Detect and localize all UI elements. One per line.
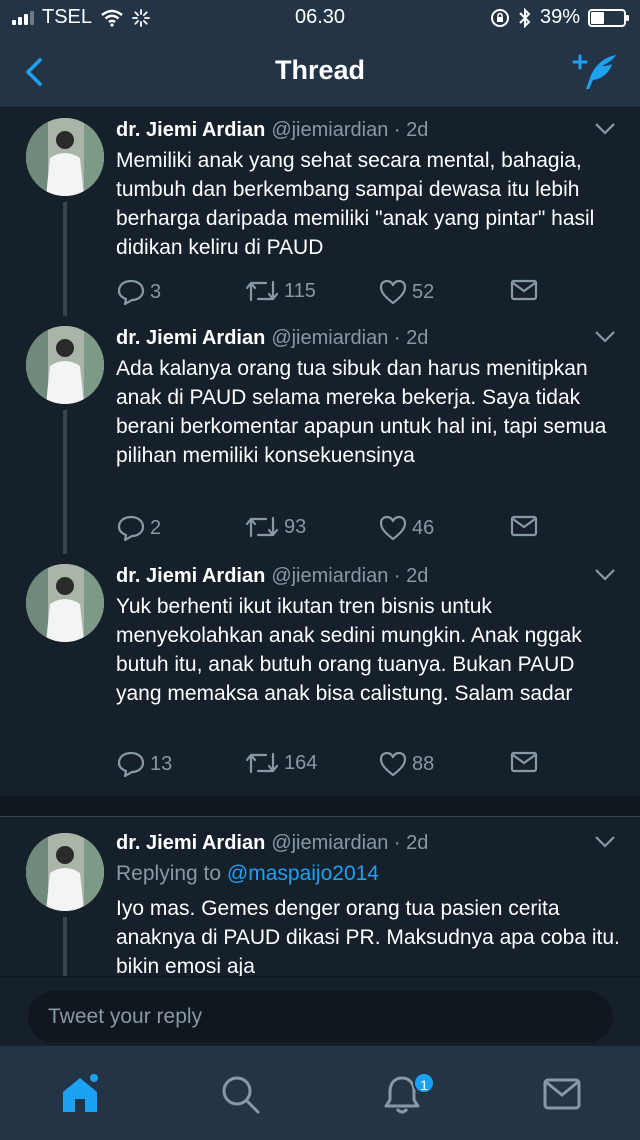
author-name[interactable]: dr. Jiemi Ardian <box>116 832 265 854</box>
nav-bar: Thread <box>0 38 640 108</box>
search-icon[interactable] <box>218 1072 262 1116</box>
author-name[interactable]: dr. Jiemi Ardian <box>116 119 265 141</box>
replying-to-handle-link[interactable]: @maspaijo2014 <box>227 862 379 885</box>
tweet-body: dr. Jiemi Ardian @jiemiardian · 2d Memili… <box>116 116 620 262</box>
reply-button[interactable]: 13 <box>116 750 172 778</box>
retweet-button[interactable]: 164 <box>244 750 317 776</box>
reply-count: 13 <box>150 752 173 775</box>
like-button[interactable]: 46 <box>378 514 434 542</box>
avatar[interactable] <box>26 564 104 642</box>
share-dm-button[interactable] <box>510 278 538 302</box>
compose-tweet-icon[interactable] <box>572 52 620 92</box>
tweet-body: dr. Jiemi Ardian @jiemiardian · 2d Yuk be… <box>116 562 620 708</box>
heart-icon <box>379 279 407 305</box>
tweet-header: dr. Jiemi Ardian @jiemiardian · 2d <box>116 562 620 590</box>
retweet-button[interactable]: 93 <box>244 514 306 540</box>
chevron-down-icon[interactable] <box>594 568 616 582</box>
thread-connector <box>63 202 67 316</box>
messages-icon[interactable] <box>540 1072 584 1116</box>
tweet-actions: 2 93 46 <box>116 514 556 544</box>
tweet-actions: 13 164 88 <box>116 750 556 780</box>
tweet[interactable]: dr. Jiemi Ardian @jiemiardian · 2d Memili… <box>0 108 640 316</box>
envelope-icon <box>510 751 538 773</box>
orientation-lock-icon <box>490 8 509 27</box>
avatar-photo <box>26 326 104 404</box>
tweet-body: dr. Jiemi Ardian @jiemiardian · 2d Replyi… <box>116 829 620 976</box>
home-icon[interactable] <box>58 1072 102 1116</box>
like-button[interactable]: 52 <box>378 278 434 306</box>
retweet-button[interactable]: 115 <box>244 278 316 304</box>
reply-icon <box>117 515 145 542</box>
author-handle[interactable]: @jiemiardian · 2d <box>271 119 428 141</box>
envelope-icon <box>510 515 538 537</box>
tweet-header: dr. Jiemi Ardian @jiemiardian · 2d <box>116 116 620 144</box>
reply-composer <box>0 976 640 1046</box>
chevron-down-icon[interactable] <box>594 835 616 849</box>
author-handle[interactable]: @jiemiardian · 2d <box>271 565 428 587</box>
like-count: 52 <box>412 280 435 303</box>
tweet-text: Yuk berhenti ikut ikutan tren bisnis unt… <box>116 595 582 705</box>
tweet[interactable]: dr. Jiemi Ardian @jiemiardian · 2d Replyi… <box>0 816 640 976</box>
avatar[interactable] <box>26 833 104 911</box>
tweet[interactable]: dr. Jiemi Ardian @jiemiardian · 2d Ada ka… <box>0 316 640 554</box>
replying-to: Replying to @maspaijo2014 <box>116 859 620 888</box>
heart-icon <box>379 751 407 777</box>
reply-button[interactable]: 2 <box>116 514 161 542</box>
author-handle[interactable]: @jiemiardian · 2d <box>271 327 428 349</box>
author-handle[interactable]: @jiemiardian · 2d <box>271 832 428 854</box>
like-button[interactable]: 88 <box>378 750 434 778</box>
tweet-text: Memiliki anak yang sehat secara mental, … <box>116 149 595 259</box>
share-dm-button[interactable] <box>510 750 538 774</box>
replying-to-label: Replying to <box>116 862 222 885</box>
tweet-actions: 3 115 52 <box>116 278 556 308</box>
tweet[interactable]: dr. Jiemi Ardian @jiemiardian · 2d Yuk be… <box>0 554 640 794</box>
notification-badge: 1 <box>413 1072 435 1094</box>
battery-icon <box>588 8 629 27</box>
tweet-header: dr. Jiemi Ardian @jiemiardian · 2d <box>116 829 620 857</box>
like-count: 88 <box>412 752 435 775</box>
avatar-photo <box>26 118 104 196</box>
retweet-icon <box>245 516 279 538</box>
reply-icon <box>117 751 145 778</box>
battery-level <box>591 11 605 24</box>
author-name[interactable]: dr. Jiemi Ardian <box>116 327 265 349</box>
retweet-count: 115 <box>284 279 316 302</box>
avatar-photo <box>26 833 104 911</box>
battery-percent: 39% <box>539 6 580 28</box>
reply-count: 2 <box>150 516 162 539</box>
status-right: 39% <box>490 6 629 29</box>
tab-bar: 1 <box>0 1046 640 1140</box>
bluetooth-icon <box>519 7 531 28</box>
tweet-reply-input[interactable] <box>28 991 613 1043</box>
tweet-header: dr. Jiemi Ardian @jiemiardian · 2d <box>116 324 620 352</box>
share-dm-button[interactable] <box>510 514 538 538</box>
thread-divider <box>0 796 640 816</box>
reply-count: 3 <box>150 280 162 303</box>
reply-button[interactable]: 3 <box>116 278 161 306</box>
retweet-icon <box>245 280 279 302</box>
tweet-text: Ada kalanya orang tua sibuk dan harus me… <box>116 357 607 467</box>
avatar-photo <box>26 564 104 642</box>
thread-connector <box>63 917 67 976</box>
heart-icon <box>379 515 407 541</box>
retweet-count: 93 <box>284 515 307 538</box>
author-name[interactable]: dr. Jiemi Ardian <box>116 565 265 587</box>
chevron-down-icon[interactable] <box>594 330 616 344</box>
avatar[interactable] <box>26 118 104 196</box>
page-title: Thread <box>274 55 366 85</box>
tweet-text: Iyo mas. Gemes denger orang tua pasien c… <box>116 897 620 976</box>
retweet-icon <box>245 752 279 774</box>
retweet-count: 164 <box>284 751 318 774</box>
chevron-down-icon[interactable] <box>594 122 616 136</box>
reply-icon <box>117 279 145 306</box>
thread-list: dr. Jiemi Ardian @jiemiardian · 2d Memili… <box>0 108 640 976</box>
avatar[interactable] <box>26 326 104 404</box>
status-bar: TSEL 06.30 39% <box>0 0 640 38</box>
thread-connector <box>63 410 67 554</box>
envelope-icon <box>510 279 538 301</box>
like-count: 46 <box>412 516 435 539</box>
tweet-body: dr. Jiemi Ardian @jiemiardian · 2d Ada ka… <box>116 324 620 470</box>
